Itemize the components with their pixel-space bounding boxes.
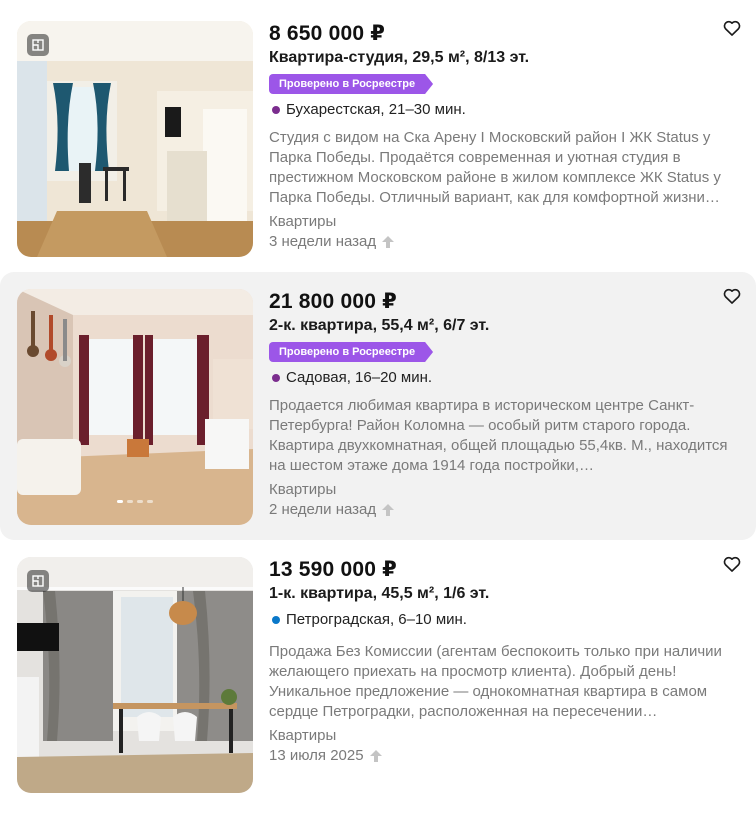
metro-station: Петроградская, 6–10 мин. bbox=[269, 610, 737, 630]
listing-description: Студия с видом на Ска Арену I Московский… bbox=[269, 129, 721, 206]
listing-feed: 8 650 000 ₽ Квартира-студия, 29,5 м², 8/… bbox=[0, 0, 756, 813]
listing-category: Квартиры bbox=[269, 727, 337, 744]
metro-line-icon bbox=[272, 616, 280, 624]
listing-price[interactable]: 21 800 000 ₽ bbox=[269, 290, 737, 314]
listing-photo[interactable] bbox=[17, 289, 253, 525]
favorite-heart-icon[interactable] bbox=[722, 286, 742, 306]
metro-label: Садовая, 16–20 мин. bbox=[286, 369, 433, 386]
listing-photo[interactable] bbox=[17, 21, 253, 257]
listing-date: 2 недели назад bbox=[269, 500, 737, 520]
listing-info: 21 800 000 ₽ 2-к. квартира, 55,4 м², 6/7… bbox=[269, 290, 737, 520]
listing-info: 8 650 000 ₽ Квартира-студия, 29,5 м², 8/… bbox=[269, 22, 737, 252]
listing-date: 3 недели назад bbox=[269, 232, 737, 252]
promoted-arrow-icon bbox=[382, 504, 395, 516]
listing-description: Продается любимая квартира в историческо… bbox=[269, 397, 728, 474]
floorplan-icon bbox=[27, 570, 49, 592]
listing-category: Квартиры bbox=[269, 481, 337, 498]
listing-info: 13 590 000 ₽ 1-к. квартира, 45,5 м², 1/6… bbox=[269, 558, 737, 766]
listing-description: Продажа Без Комиссии (агентам беспокоить… bbox=[269, 643, 722, 720]
listing-date-label: 3 недели назад bbox=[269, 233, 377, 250]
metro-label: Петроградская, 6–10 мин. bbox=[286, 611, 467, 628]
listing-date-label: 13 июля 2025 bbox=[269, 747, 364, 764]
verified-badge: Проверено в Росреестре bbox=[269, 74, 433, 94]
listing-photo[interactable] bbox=[17, 557, 253, 793]
promoted-arrow-icon bbox=[382, 236, 395, 248]
listing-title[interactable]: 1-к. квартира, 45,5 м², 1/6 эт. bbox=[269, 584, 737, 604]
metro-line-icon bbox=[272, 106, 280, 114]
photo-pagination[interactable] bbox=[117, 500, 153, 503]
metro-label: Бухарестская, 21–30 мин. bbox=[286, 101, 466, 118]
listing-date-label: 2 недели назад bbox=[269, 501, 377, 518]
listing-title[interactable]: 2-к. квартира, 55,4 м², 6/7 эт. bbox=[269, 316, 737, 336]
listing-category: Квартиры bbox=[269, 213, 337, 230]
floorplan-icon bbox=[27, 34, 49, 56]
metro-line-icon bbox=[272, 374, 280, 382]
listing-card[interactable]: 8 650 000 ₽ Квартира-студия, 29,5 м², 8/… bbox=[0, 0, 756, 268]
listing-card[interactable]: 21 800 000 ₽ 2-к. квартира, 55,4 м², 6/7… bbox=[0, 272, 756, 540]
metro-station: Садовая, 16–20 мин. bbox=[269, 368, 737, 388]
favorite-heart-icon[interactable] bbox=[722, 554, 742, 574]
listing-price[interactable]: 8 650 000 ₽ bbox=[269, 22, 737, 46]
verified-badge: Проверено в Росреестре bbox=[269, 342, 433, 362]
metro-station: Бухарестская, 21–30 мин. bbox=[269, 100, 737, 120]
favorite-heart-icon[interactable] bbox=[722, 18, 742, 38]
listing-title[interactable]: Квартира-студия, 29,5 м², 8/13 эт. bbox=[269, 48, 737, 68]
listing-card[interactable]: 13 590 000 ₽ 1-к. квартира, 45,5 м², 1/6… bbox=[0, 540, 756, 808]
listing-price[interactable]: 13 590 000 ₽ bbox=[269, 558, 737, 582]
listing-date: 13 июля 2025 bbox=[269, 746, 737, 766]
promoted-arrow-icon bbox=[369, 750, 382, 762]
